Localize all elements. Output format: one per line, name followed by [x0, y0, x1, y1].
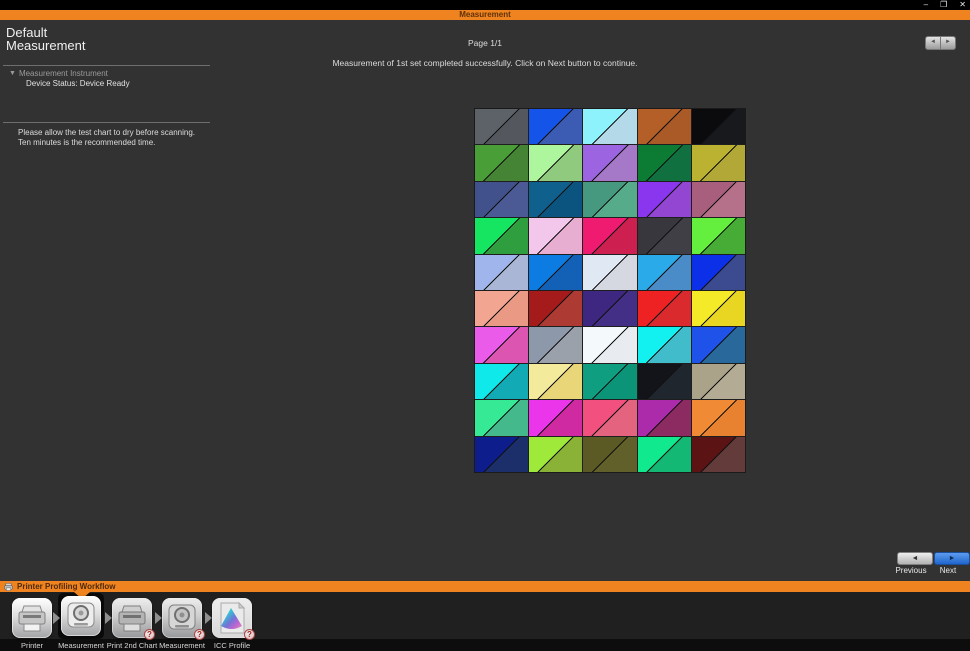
color-patch: [475, 109, 528, 144]
next-button[interactable]: ►: [934, 552, 970, 565]
workflow-step-printer[interactable]: [12, 598, 52, 638]
color-patch: [638, 109, 691, 144]
workflow-step-icc-profile[interactable]: ?: [212, 598, 252, 638]
color-patch: [583, 327, 636, 362]
arrow-separator-icon: [53, 612, 60, 624]
color-patch: [583, 437, 636, 472]
printer-icon: [4, 583, 13, 591]
window-titlebar: – ❐ ✕: [0, 0, 970, 10]
maximize-icon[interactable]: ❐: [940, 0, 947, 10]
color-patch: [638, 364, 691, 399]
color-patch: [692, 109, 745, 144]
color-patch: [475, 364, 528, 399]
color-patch: [692, 364, 745, 399]
incomplete-badge: ?: [194, 629, 205, 640]
color-patch: [529, 218, 582, 253]
color-patch: [475, 327, 528, 362]
color-patch: [529, 437, 582, 472]
workflow-step-measurement-2[interactable]: ?: [162, 598, 202, 638]
color-patch: [475, 400, 528, 435]
printer-icon: [12, 598, 52, 638]
color-patch: [475, 255, 528, 290]
workflow-header: Printer Profiling Workflow: [0, 581, 970, 592]
workflow-title: Printer Profiling Workflow: [17, 581, 116, 592]
previous-label: Previous: [891, 566, 931, 575]
color-patch: [692, 437, 745, 472]
color-patch: [638, 400, 691, 435]
color-patch: [529, 109, 582, 144]
workflow-step-print-2nd-chart[interactable]: ?: [112, 598, 152, 638]
color-patch: [692, 291, 745, 326]
color-patch: [475, 291, 528, 326]
color-patch: [529, 364, 582, 399]
color-patch: [529, 255, 582, 290]
color-patch: [583, 218, 636, 253]
device-status: Device Status: Device Ready: [26, 79, 130, 88]
color-patch: [583, 145, 636, 180]
dry-chart-note: Please allow the test chart to dry befor…: [18, 128, 195, 148]
pager-back-button[interactable]: ◄: [925, 36, 941, 50]
close-icon[interactable]: ✕: [959, 0, 966, 10]
section-label: Measurement Instrument: [19, 69, 108, 78]
arrow-separator-icon: [155, 612, 162, 624]
previous-button[interactable]: ◄: [897, 552, 933, 565]
status-message: Measurement of 1st set completed success…: [0, 58, 970, 68]
color-patch: [529, 145, 582, 180]
color-patch: [529, 400, 582, 435]
color-patch: [583, 291, 636, 326]
color-patch: [475, 218, 528, 253]
color-patch: [583, 109, 636, 144]
color-patch: [692, 327, 745, 362]
divider: [3, 122, 210, 123]
color-patch: [692, 218, 745, 253]
color-patch: [692, 182, 745, 217]
color-patch: [638, 327, 691, 362]
color-patch: [638, 218, 691, 253]
color-chart: [474, 108, 746, 473]
color-patch: [692, 255, 745, 290]
color-patch: [529, 182, 582, 217]
minimize-icon[interactable]: –: [924, 0, 928, 10]
color-patch: [638, 437, 691, 472]
color-patch: [638, 145, 691, 180]
next-label: Next: [928, 566, 968, 575]
color-patch: [529, 291, 582, 326]
workflow-step-label: ICC Profile: [197, 641, 267, 650]
incomplete-badge: ?: [144, 629, 155, 640]
color-patch: [638, 182, 691, 217]
tab-measurement[interactable]: Measurement: [0, 10, 970, 20]
arrow-separator-icon: [205, 612, 212, 624]
color-patch: [583, 364, 636, 399]
color-patch: [583, 255, 636, 290]
tab-strip: Measurement: [0, 10, 970, 20]
section-measurement-instrument[interactable]: ▼ Measurement Instrument: [9, 69, 108, 78]
color-patch: [475, 145, 528, 180]
pager-buttons: ◄ ►: [925, 36, 956, 50]
color-patch: [583, 400, 636, 435]
page-indicator: Page 1/1: [0, 38, 970, 48]
pager-forward-button[interactable]: ►: [941, 36, 956, 50]
color-patch: [529, 327, 582, 362]
chevron-down-icon: ▼: [9, 70, 16, 77]
arrow-separator-icon: [105, 612, 112, 624]
next-arrow-icon: ►: [949, 555, 956, 562]
color-patch: [692, 400, 745, 435]
color-patch: [692, 145, 745, 180]
color-patch: [638, 291, 691, 326]
color-patch: [475, 437, 528, 472]
app-window: – ❐ ✕ Measurement Default Measurement ▼ …: [0, 0, 970, 651]
workflow-step-measurement[interactable]: [61, 596, 101, 636]
color-patch: [583, 182, 636, 217]
color-patch: [638, 255, 691, 290]
previous-arrow-icon: ◄: [912, 555, 919, 562]
measurement-device-icon: [61, 596, 101, 636]
color-patch: [475, 182, 528, 217]
incomplete-badge: ?: [244, 629, 255, 640]
